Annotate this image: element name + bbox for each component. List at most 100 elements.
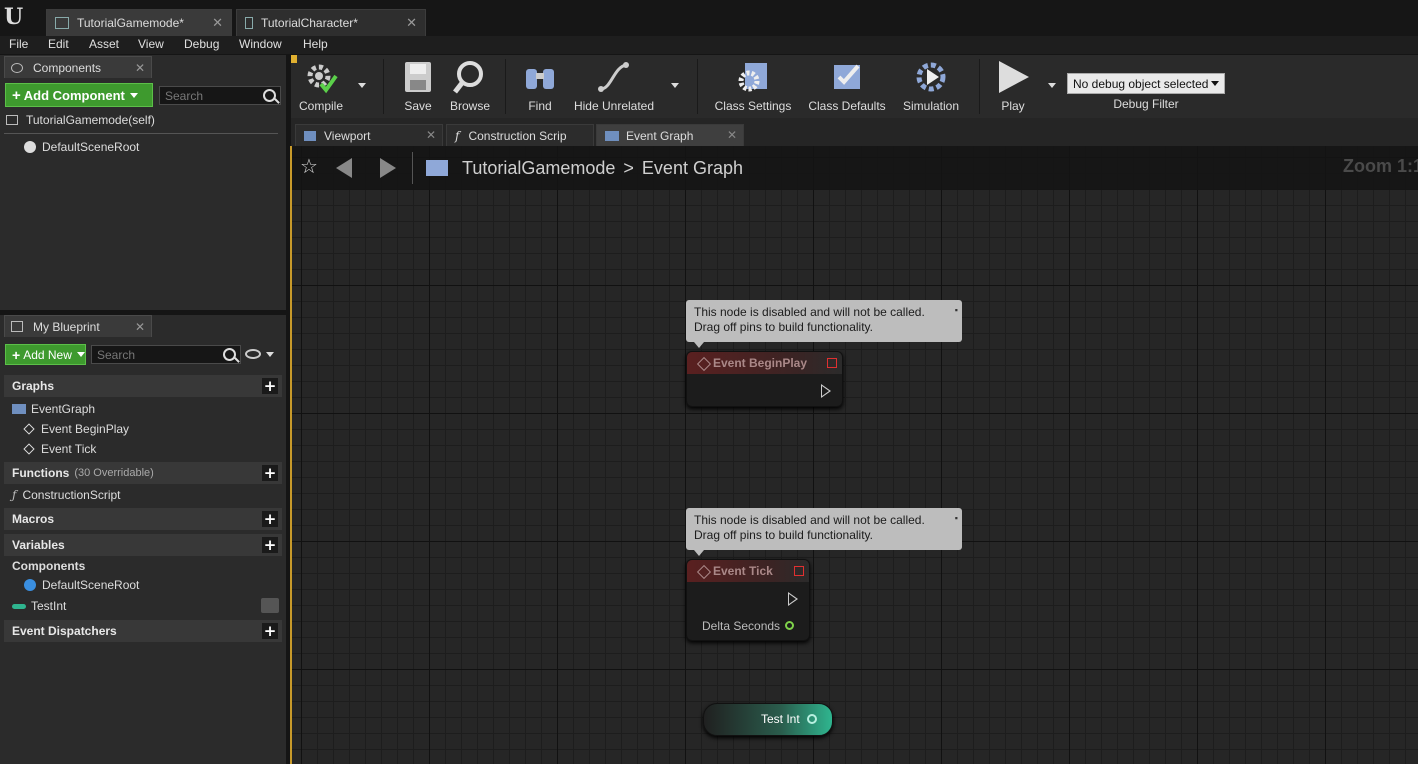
add-component-button[interactable]: + Add Component (5, 83, 153, 107)
save-label: Save (404, 99, 432, 113)
variable-item-testint[interactable]: TestInt (12, 597, 66, 615)
event-beginplay-node[interactable]: Event BeginPlay (686, 351, 843, 407)
doc-tab-tutorial-gamemode[interactable]: TutorialGamemode* ✕ (46, 9, 232, 36)
simulation-button[interactable]: Simulation (895, 55, 967, 118)
hide-unrelated-dropdown-icon[interactable] (671, 83, 679, 88)
node-header: Event Tick (687, 560, 809, 582)
hide-unrelated-button[interactable]: Hide Unrelated (571, 55, 657, 118)
play-button[interactable]: Play (989, 55, 1037, 118)
compile-dropdown-icon[interactable] (358, 83, 366, 88)
close-icon[interactable]: ✕ (727, 128, 737, 142)
chevron-down-icon (76, 352, 85, 357)
close-icon[interactable]: ✕ (135, 320, 145, 334)
section-event-dispatchers[interactable]: Event Dispatchers + (4, 620, 282, 642)
section-macros[interactable]: Macros + (4, 508, 282, 530)
components-search-input[interactable]: Search (159, 86, 281, 105)
graph-item-eventgraph[interactable]: EventGraph (12, 400, 95, 418)
chevron-down-icon (129, 92, 138, 98)
graph-item-label: EventGraph (31, 402, 96, 416)
save-button[interactable]: Save (393, 55, 443, 118)
component-default-scene-root[interactable]: DefaultSceneRoot (24, 138, 139, 156)
event-tick-node[interactable]: Event Tick Delta Seconds (686, 559, 810, 641)
menu-window[interactable]: Window (239, 37, 282, 51)
menu-bar: File Edit Asset View Debug Window Help (0, 36, 1418, 54)
menu-help[interactable]: Help (303, 37, 328, 51)
close-icon[interactable]: ✕ (212, 15, 223, 31)
menu-file[interactable]: File (9, 37, 28, 51)
graph-canvas[interactable] (292, 146, 1418, 764)
function-item-constructionscript[interactable]: ƒ ConstructionScript (12, 486, 121, 504)
doc-tab-label: TutorialCharacter* (261, 16, 358, 30)
disabled-node-comment[interactable]: This node is disabled and will not be ca… (686, 508, 962, 550)
section-variables[interactable]: Variables + (4, 534, 282, 556)
variables-components-group[interactable]: Components (12, 557, 85, 575)
unreal-logo-icon: U (4, 4, 24, 30)
tab-construction-script[interactable]: f Construction Scrip (446, 124, 594, 146)
visibility-toggle-icon[interactable] (261, 598, 279, 613)
debug-object-value: No debug object selected (1073, 76, 1209, 91)
add-macro-button[interactable]: + (262, 511, 278, 527)
class-defaults-button[interactable]: Class Defaults (803, 55, 891, 118)
breadcrumb-root[interactable]: TutorialGamemode (462, 158, 615, 179)
debug-object-select[interactable]: No debug object selected (1067, 73, 1225, 94)
add-component-label: Add Component (23, 87, 125, 103)
close-icon[interactable]: ✕ (406, 15, 417, 31)
add-dispatcher-button[interactable]: + (262, 623, 278, 639)
disabled-node-comment[interactable]: This node is disabled and will not be ca… (686, 300, 962, 342)
pin-icon[interactable]: ▪ (955, 511, 958, 526)
toolbar-separator (505, 59, 506, 114)
tab-viewport[interactable]: Viewport ✕ (295, 124, 443, 146)
checklist-icon (834, 64, 860, 89)
comment-line-1: This node is disabled and will not be ca… (694, 513, 925, 527)
delegate-pin-icon[interactable] (794, 566, 804, 576)
add-graph-button[interactable]: + (262, 378, 278, 394)
menu-asset[interactable]: Asset (89, 37, 119, 51)
browse-button[interactable]: Browse (445, 55, 495, 118)
my-blueprint-tab[interactable]: My Blueprint ✕ (4, 315, 152, 337)
section-functions[interactable]: Functions (30 Overridable) + (4, 462, 282, 484)
event-item-beginplay[interactable]: Event BeginPlay (23, 420, 129, 438)
magnifier-icon (453, 61, 483, 94)
toolbar-separator (697, 59, 698, 114)
components-tab[interactable]: Components ✕ (4, 56, 152, 78)
doc-tab-tutorial-character[interactable]: TutorialCharacter* ✕ (236, 9, 426, 36)
divider (4, 133, 278, 134)
delegate-pin-icon[interactable] (827, 358, 837, 368)
class-settings-label: Class Settings (714, 99, 792, 113)
section-graphs[interactable]: Graphs + (4, 375, 282, 397)
find-label: Find (528, 99, 552, 113)
menu-edit[interactable]: Edit (48, 37, 69, 51)
exec-out-pin-icon[interactable] (821, 384, 831, 398)
forward-arrow-icon[interactable] (380, 158, 396, 178)
variable-node-label: Test Int (761, 712, 800, 726)
tab-event-graph[interactable]: Event Graph ✕ (596, 124, 744, 146)
settings-gear-icon (738, 63, 767, 92)
add-function-button[interactable]: + (262, 465, 278, 481)
close-icon[interactable]: ✕ (426, 128, 436, 142)
section-macros-label: Macros (12, 512, 55, 526)
compile-label: Compile (298, 99, 343, 113)
menu-view[interactable]: View (138, 37, 164, 51)
menu-debug[interactable]: Debug (184, 37, 219, 51)
class-settings-button[interactable]: Class Settings (711, 55, 795, 118)
play-dropdown-icon[interactable] (1048, 83, 1056, 88)
test-int-variable-node[interactable]: Test Int (703, 703, 833, 736)
int-pin-icon[interactable] (807, 714, 817, 724)
variable-item-defaultsceneroot[interactable]: DefaultSceneRoot (24, 576, 139, 594)
star-icon[interactable]: ☆ (300, 157, 318, 177)
component-root-item[interactable]: TutorialGamemode(self) (6, 111, 155, 129)
character-icon (245, 17, 253, 29)
eye-icon[interactable] (245, 349, 261, 359)
exec-out-pin-icon[interactable] (788, 592, 798, 606)
float-pin-icon[interactable] (785, 621, 794, 630)
event-item-tick[interactable]: Event Tick (23, 440, 96, 458)
pin-icon[interactable]: ▪ (955, 303, 958, 318)
compile-button[interactable]: Compile (295, 55, 347, 118)
add-variable-button[interactable]: + (262, 537, 278, 553)
back-arrow-icon[interactable] (336, 158, 352, 178)
add-new-button[interactable]: + Add New (5, 344, 86, 365)
chevron-down-icon[interactable] (266, 352, 274, 357)
blueprint-search-input[interactable]: Search (91, 345, 241, 364)
find-button[interactable]: Find (515, 55, 565, 118)
close-icon[interactable]: ✕ (135, 61, 145, 75)
